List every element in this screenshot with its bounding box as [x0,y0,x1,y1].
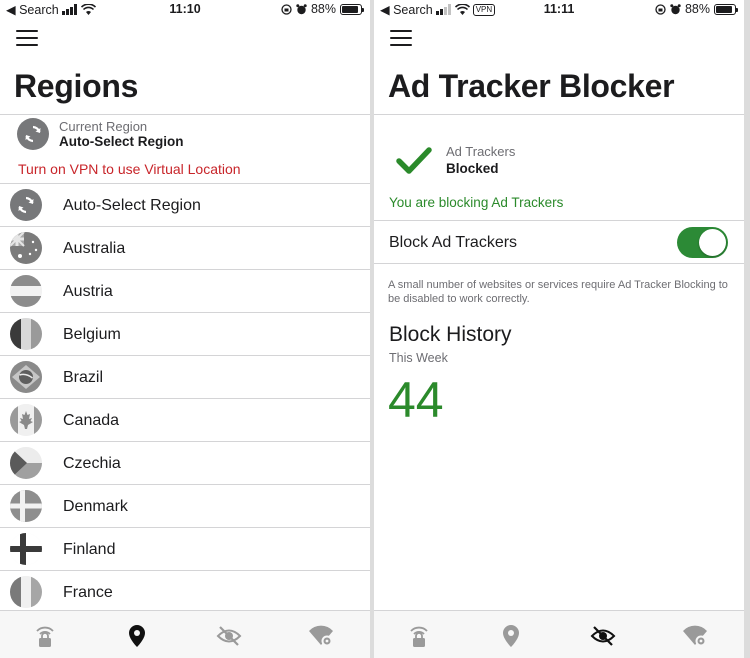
block-history-period: This Week [389,351,448,365]
battery-percent: 88% [310,2,336,16]
current-region-value: Auto-Select Region [59,133,184,149]
region-name: Canada [63,411,120,429]
eye-slash-icon [216,626,242,646]
block-ad-trackers-row: Block Ad Trackers [374,220,744,264]
info-note: A small number of websites or services r… [388,279,728,305]
region-row-brazil[interactable]: Brazil [0,356,370,399]
region-name: Finland [63,540,116,558]
region-name: Belgium [63,325,121,343]
block-history-title: Block History [389,323,512,346]
region-name: Australia [63,239,126,257]
tab-ad-blocker[interactable] [590,623,616,649]
alarm-icon [670,3,681,14]
region-name: France [63,583,113,601]
alarm-icon [296,3,307,14]
region-row-belgium[interactable]: Belgium [0,313,370,356]
vpn-lock-icon [410,626,428,647]
tab-wifi-settings[interactable] [682,623,708,649]
region-name: Denmark [63,497,128,515]
tab-wifi-settings[interactable] [308,623,334,649]
page-title: Ad Tracker Blocker [388,68,675,104]
region-name: Czechia [63,454,121,472]
austria-flag-icon [10,275,42,307]
belgium-flag-icon [10,318,42,350]
region-row-canada[interactable]: Canada [0,399,370,442]
blocking-message: You are blocking Ad Trackers [389,195,564,210]
menu-icon[interactable] [390,29,412,47]
wifi-gear-icon [309,625,333,647]
status-bar: ◀ Search VPN 11:11 88% [374,0,744,20]
france-flag-icon [10,576,42,608]
australia-flag-icon [10,232,42,264]
vpn-lock-icon [36,626,54,647]
region-row-australia[interactable]: Australia [0,227,370,270]
finland-flag-icon [10,533,42,565]
current-region: Current Region Auto-Select Region [17,118,184,150]
brazil-flag-icon [10,361,42,393]
checkmark-icon [396,146,432,174]
battery-icon [340,3,364,15]
region-row-denmark[interactable]: Denmark [0,485,370,528]
tracker-status-label: Ad Trackers [446,144,516,159]
region-name: Auto-Select Region [63,196,201,214]
toggle-label: Block Ad Trackers [389,234,518,251]
tab-ad-blocker[interactable] [216,623,242,649]
ad-tracker-screen: ◀ Search VPN 11:11 88% Ad Tracker Blocke… [374,0,744,658]
czechia-flag-icon [10,447,42,479]
tracker-status-value: Blocked [446,161,499,176]
location-pin-icon [129,625,145,647]
current-region-label: Current Region [59,118,148,134]
orientation-lock-icon [281,3,292,15]
status-right: 88% [655,2,738,16]
region-name: Brazil [63,368,104,386]
region-row-france[interactable]: France [0,571,370,614]
denmark-flag-icon [10,490,42,522]
region-name: Austria [63,282,113,300]
region-row-auto-select[interactable]: Auto-Select Region [0,184,370,227]
refresh-icon [10,189,42,221]
tab-regions[interactable] [124,623,150,649]
divider [0,114,370,115]
tab-bar [374,610,744,658]
battery-percent: 88% [684,2,710,16]
tab-vpn[interactable] [406,623,432,649]
status-bar: ◀ Search 11:10 88% [0,0,370,20]
regions-screen: ◀ Search 11:10 88% Regions Current Regio… [0,0,370,658]
region-list: Auto-Select Region Australia Austria Bel… [0,184,370,614]
tab-vpn[interactable] [32,623,58,649]
region-row-czechia[interactable]: Czechia [0,442,370,485]
battery-level [342,5,358,13]
vpn-warning: Turn on VPN to use Virtual Location [18,161,241,177]
status-right: 88% [281,2,364,16]
tab-bar [0,610,370,658]
location-pin-icon [503,625,519,647]
block-ad-trackers-toggle[interactable] [677,227,728,258]
battery-icon [714,3,738,15]
tracker-status: Ad Trackers Blocked [396,144,515,177]
battery-level [716,5,732,13]
eye-slash-icon [590,626,616,646]
block-history-count: 44 [388,372,444,428]
page-title: Regions [14,68,139,104]
tab-regions[interactable] [498,623,524,649]
region-row-finland[interactable]: Finland [0,528,370,571]
wifi-gear-icon [683,625,707,647]
canada-flag-icon [10,404,42,436]
region-row-austria[interactable]: Austria [0,270,370,313]
menu-icon[interactable] [16,29,38,47]
divider [374,114,744,115]
orientation-lock-icon [655,3,666,15]
refresh-icon [17,118,49,150]
